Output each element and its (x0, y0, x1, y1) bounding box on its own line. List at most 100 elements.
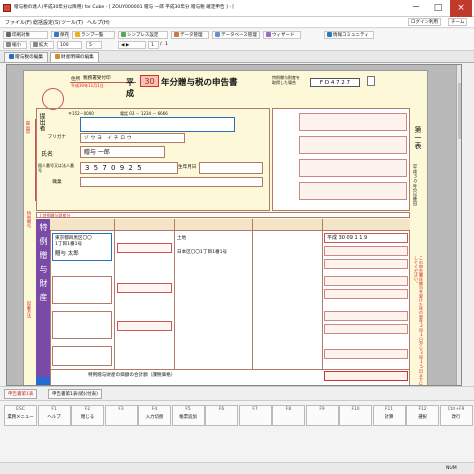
left-note: 提出用 (26, 121, 31, 134)
function-key-f12[interactable]: F12 選択 (406, 405, 439, 426)
function-key-f7[interactable]: F7 (238, 405, 272, 426)
form-title: 年分贈与税の申告書 (161, 78, 238, 88)
giver-info-cell-2[interactable] (52, 276, 112, 304)
name-field[interactable]: 贈与 一郎 (80, 146, 165, 158)
sheet-tab-2[interactable]: 申告書第1表(続)(付表) (48, 389, 102, 399)
address-side-label: 提出者 (38, 113, 45, 131)
function-key-f10[interactable]: F10 (339, 405, 372, 426)
function-key-f11[interactable]: F11 計算 (372, 405, 406, 426)
total-amount-cell[interactable] (324, 371, 408, 381)
close-button[interactable]: × (450, 0, 472, 17)
function-key-code: F6 (218, 407, 225, 412)
function-key-f3[interactable]: F3 (104, 405, 138, 426)
vertical-scrollbar[interactable] (456, 65, 461, 385)
sheet-tab-1[interactable]: 申告書第1表 (4, 389, 38, 399)
function-key-f5[interactable]: F5 帳票追加 (171, 405, 205, 426)
lamp-icon (75, 32, 80, 37)
function-key-f1[interactable]: F1 ヘルプ (37, 405, 71, 426)
function-key-code: F2 (84, 407, 91, 412)
function-key-f6[interactable]: F6 (205, 405, 238, 426)
birth-date-text: 平成30年11月1日 (71, 83, 104, 88)
relation-cell-3[interactable] (117, 321, 172, 331)
menu-bar: ファイル(F) 総括設定(S) ツール(T) ヘルプ(H) ログイン利用 チーム (0, 17, 474, 28)
tab-property-detail-edit[interactable]: 財産明細の編集 (50, 52, 99, 62)
function-key-f4[interactable]: F4 入力切替 (138, 405, 171, 426)
amount-cell-5[interactable] (324, 311, 408, 321)
form-year-value[interactable]: 30 (140, 75, 159, 87)
receipt-stamp-circle (42, 88, 64, 110)
function-key-f8[interactable]: F8 (272, 405, 305, 426)
relation-cell-2[interactable] (117, 283, 172, 293)
simple-settings-button[interactable]: シンプレス設定 (118, 31, 168, 39)
asset-location: 日本区〇〇1丁目1番1号 (177, 250, 228, 255)
scrollbar-thumb[interactable] (458, 83, 461, 139)
application-window: 贈与税の達人(平成30年分以降用) for Cube - [ ZOUY00000… (0, 0, 474, 474)
amount-cell-4[interactable] (324, 289, 408, 299)
date-received-field[interactable]: 平成 30 09 1 1 9 (324, 233, 408, 243)
database-manage-button[interactable]: データベース管理 (212, 31, 260, 39)
login-button[interactable]: ログイン利用 (408, 18, 441, 26)
function-key-label: 業務メニュー (7, 415, 34, 420)
save-button[interactable]: 保存 (51, 31, 69, 39)
summary-row-2 (299, 136, 407, 154)
function-key-code: F4 (151, 407, 158, 412)
amount-cell-7[interactable] (324, 349, 408, 359)
birth-date-field[interactable] (199, 162, 263, 174)
function-key-f2[interactable]: F2 閉じる (71, 405, 104, 426)
zoom-in-button[interactable]: 拡大 (30, 41, 54, 49)
function-key-code: F11 (384, 407, 394, 412)
amount-cell-6[interactable] (324, 324, 408, 334)
function-key-code: F10 (351, 407, 360, 412)
address-field[interactable] (80, 117, 235, 132)
giver-info-cell-4[interactable] (52, 346, 112, 366)
menu-file[interactable]: ファイル(F) (5, 19, 32, 26)
function-key-f9[interactable]: F9 (305, 405, 339, 426)
function-key-label: 閉じる (80, 415, 95, 420)
giver-name: 贈与 太郎 (55, 251, 79, 257)
document-view: 税務署受付印 住所 平成30年11月1日 平成 30 年分贈与税の申告書 特例贈… (6, 64, 462, 386)
form-code-box: F D 4 7 2 7 (310, 78, 360, 87)
zoom-level-select[interactable]: 100 (57, 41, 82, 49)
info-community-button[interactable]: 情報コミュニティ (324, 31, 374, 39)
right-margin-labels: 第一表 （平成30年分以降用） (413, 126, 427, 246)
page-number-field[interactable]: 1 (148, 41, 159, 49)
amount-cell-3[interactable] (324, 276, 408, 286)
giver-info-cell-3[interactable] (52, 311, 112, 339)
zoom-out-button[interactable]: 縮小 (3, 41, 27, 49)
form-sheet-number: 第一表 (414, 126, 422, 150)
col-divider-1 (114, 219, 115, 369)
amount-cell-2[interactable] (324, 259, 408, 269)
function-key-bar: ESC 業務メニュー F1 ヘルプ F2 閉じる F3 F4 入力切替 F5 帳票追加 F6 F7 F8 F… (0, 400, 474, 462)
relation-cell[interactable] (117, 243, 172, 253)
asset-type: 土地 (177, 236, 187, 241)
function-key-ctrl-f9[interactable]: Ctrl+F9 改行 (439, 405, 473, 426)
team-button[interactable]: チーム (448, 18, 468, 26)
occupation-field[interactable] (80, 177, 263, 187)
menu-settings[interactable]: 総括設定(S) (33, 19, 60, 26)
lamp-list-button[interactable]: ランプ一覧 (72, 31, 115, 39)
col-divider-2 (174, 219, 175, 369)
maximize-button[interactable]: □ (427, 0, 449, 17)
data-icon (174, 32, 179, 37)
spacing-field[interactable]: 5 (86, 41, 102, 49)
function-key-label: 選択 (418, 415, 427, 420)
settings-icon (121, 32, 126, 37)
function-key-esc[interactable]: ESC 業務メニュー (4, 405, 37, 426)
print-target-button[interactable]: 印刷対象 (3, 31, 48, 39)
title-bar: 贈与税の達人(平成30年分以降用) for Cube - [ ZOUY00000… (0, 0, 474, 17)
col-divider-3 (252, 219, 253, 369)
function-key-label: ヘルプ (47, 415, 61, 420)
my-number-field[interactable]: 3 5 7 0 9 2 5 (80, 162, 178, 174)
function-key-label: 帳票追加 (179, 415, 197, 420)
function-key-code: F7 (252, 407, 258, 412)
wizard-button[interactable]: ウィザード (263, 31, 301, 39)
menu-help[interactable]: ヘルプ(H) (87, 19, 110, 26)
amount-cell-1[interactable] (324, 246, 408, 256)
page-nav-buttons[interactable]: ◀ ▶ (118, 41, 146, 49)
data-manage-button[interactable]: データ管理 (171, 31, 209, 39)
tab-gift-tax-edit[interactable]: 贈与税の編集 (4, 52, 49, 62)
wizard-icon (266, 32, 271, 37)
minimize-button[interactable]: － (405, 0, 427, 17)
menu-tools[interactable]: ツール(T) (61, 19, 83, 26)
giver-address-2: 1丁目1番1号 (55, 242, 83, 247)
